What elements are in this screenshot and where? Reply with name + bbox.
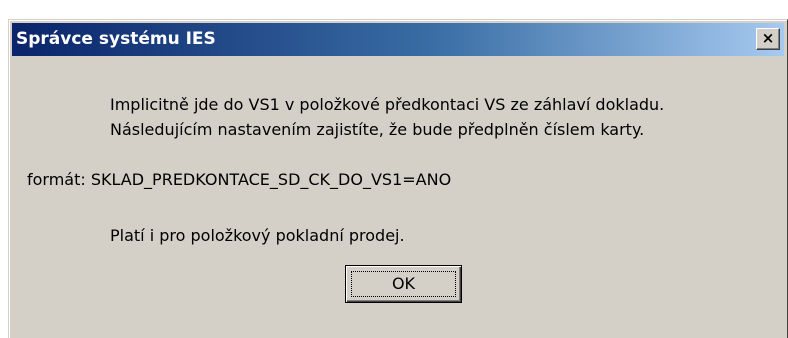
close-icon: × (761, 29, 775, 47)
title-bar[interactable]: Správce systému IES × (12, 23, 784, 56)
close-button[interactable]: × (756, 28, 780, 50)
ok-button-label: OK (391, 274, 416, 293)
dialog-title: Správce systému IES (16, 29, 216, 49)
format-line: formát: SKLAD_PREDKONTACE_SD_CK_DO_VS1=A… (27, 170, 452, 189)
note-line: Platí i pro položkový pokladní prodej. (110, 226, 405, 245)
message-line-1: Implicitně jde do VS1 v položkové předko… (110, 95, 665, 114)
message-line-2: Následujícím nastavením zajistíte, že bu… (110, 120, 645, 139)
ok-button[interactable]: OK (345, 265, 462, 303)
message-dialog: Správce systému IES × Implicitně jde do … (8, 19, 788, 338)
